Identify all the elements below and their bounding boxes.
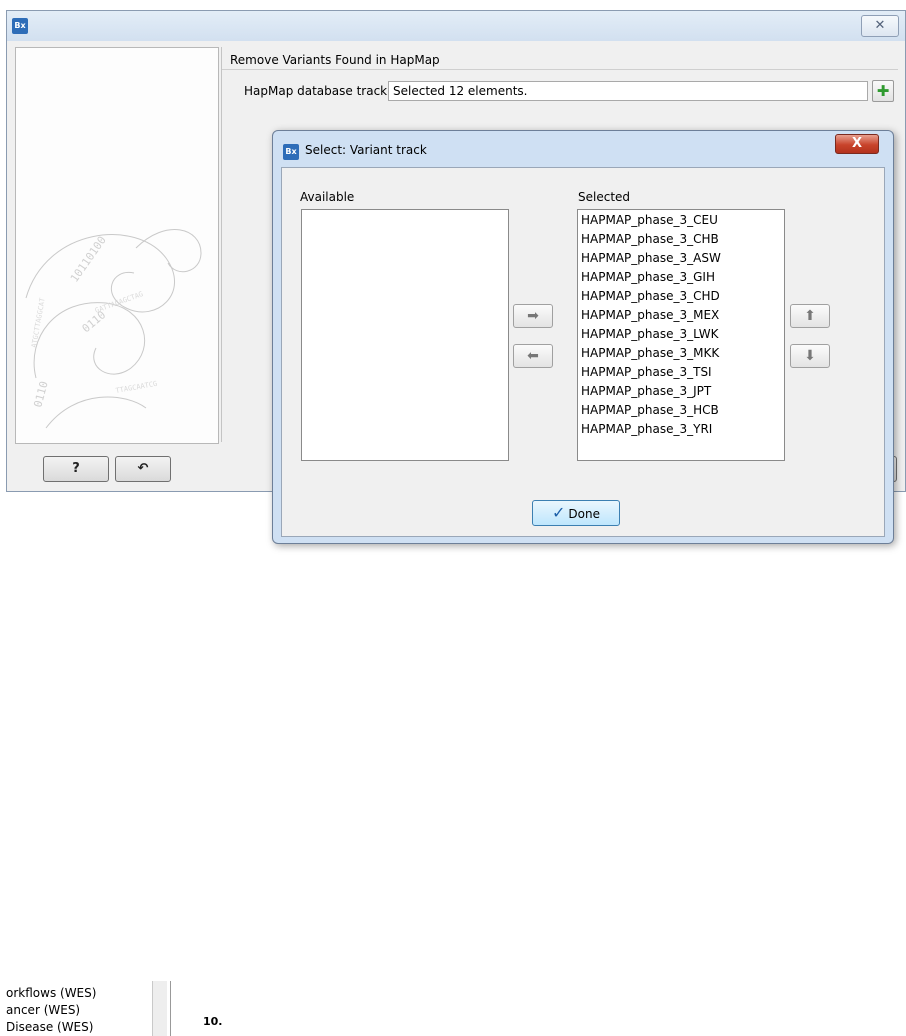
dialog-body: Available Selected HAPMAP_phase_3_CEU HA… <box>281 167 885 537</box>
list-item[interactable]: Disease (WES) <box>6 1019 156 1036</box>
list-item[interactable]: HAPMAP_phase_3_MEX <box>578 306 784 325</box>
dialog-close-button[interactable]: X <box>835 134 879 154</box>
close-button[interactable]: ✕ <box>861 15 899 37</box>
help-button[interactable]: ? <box>43 456 109 482</box>
app-logo-icon: Bx <box>12 18 28 34</box>
hapmap-track-label: HapMap database track <box>244 84 388 98</box>
canvas-step-number: 10. <box>203 1015 223 1028</box>
workflow-list: orkflows (WES) ancer (WES) Disease (WES) <box>6 985 156 1036</box>
selected-label: Selected <box>578 190 631 204</box>
wizard-side-panel: 10110100 0110 0110 ATGCTTAGGCAT GATTACAG… <box>15 47 219 444</box>
done-label: Done <box>568 507 600 521</box>
checkmark-icon: ✓ <box>552 503 566 522</box>
list-item[interactable]: ancer (WES) <box>6 1002 156 1019</box>
available-label: Available <box>300 190 355 204</box>
svg-text:10110100: 10110100 <box>68 234 109 285</box>
dialog-title: Select: Variant track <box>305 143 427 157</box>
move-up-button[interactable]: ⬆ <box>790 304 830 328</box>
close-icon: X <box>851 136 863 151</box>
done-button[interactable]: ✓ Done <box>532 500 620 526</box>
list-item[interactable]: HAPMAP_phase_3_TSI <box>578 363 784 382</box>
select-variant-track-dialog: Bx Select: Variant track X Available Sel… <box>272 130 894 544</box>
list-item[interactable]: HAPMAP_phase_3_ASW <box>578 249 784 268</box>
hapmap-track-field[interactable]: Selected 12 elements. <box>388 81 868 101</box>
move-down-button[interactable]: ⬇ <box>790 344 830 368</box>
list-item[interactable]: orkflows (WES) <box>6 985 156 1002</box>
dialog-titlebar: Bx Select: Variant track X <box>273 131 893 165</box>
browse-track-button[interactable]: ✚ <box>872 80 894 102</box>
arrow-up-icon: ⬆ <box>804 308 816 324</box>
workflow-canvas: 10. <box>170 981 261 1036</box>
list-item[interactable]: HAPMAP_phase_3_CHB <box>578 230 784 249</box>
list-item[interactable]: HAPMAP_phase_3_MKK <box>578 344 784 363</box>
svg-text:ATGCTTAGGCAT: ATGCTTAGGCAT <box>30 296 47 348</box>
workflow-list-scrollbar[interactable] <box>152 981 167 1036</box>
list-item[interactable]: HAPMAP_phase_3_JPT <box>578 382 784 401</box>
list-item[interactable]: HAPMAP_phase_3_LWK <box>578 325 784 344</box>
list-item[interactable]: HAPMAP_phase_3_GIH <box>578 268 784 287</box>
wizard-titlebar: Bx ✕ <box>7 11 905 41</box>
section-title: Remove Variants Found in HapMap <box>230 53 440 67</box>
list-item[interactable]: HAPMAP_phase_3_CEU <box>578 211 784 230</box>
arrow-right-icon: ➡ <box>527 308 539 324</box>
list-item[interactable]: HAPMAP_phase_3_YRI <box>578 420 784 439</box>
list-item[interactable]: HAPMAP_phase_3_CHD <box>578 287 784 306</box>
reset-button[interactable]: ↶ <box>115 456 171 482</box>
arrow-left-icon: ⬅ <box>527 348 539 364</box>
plus-icon: ✚ <box>876 82 890 100</box>
available-list[interactable] <box>301 209 509 461</box>
close-icon: ✕ <box>874 18 886 33</box>
app-logo-icon: Bx <box>283 144 299 160</box>
reset-icon: ↶ <box>137 461 149 476</box>
selected-list[interactable]: HAPMAP_phase_3_CEU HAPMAP_phase_3_CHB HA… <box>577 209 785 461</box>
add-to-selected-button[interactable]: ➡ <box>513 304 553 328</box>
list-item[interactable]: HAPMAP_phase_3_HCB <box>578 401 784 420</box>
svg-text:0110: 0110 <box>80 308 109 335</box>
svg-text:0110: 0110 <box>31 380 50 409</box>
remove-from-selected-button[interactable]: ⬅ <box>513 344 553 368</box>
arrow-down-icon: ⬇ <box>804 348 816 364</box>
svg-text:TTAGCAATCG: TTAGCAATCG <box>115 380 158 395</box>
section-divider <box>222 69 898 70</box>
decorative-swirl-graphic: 10110100 0110 0110 ATGCTTAGGCAT GATTACAG… <box>25 229 202 429</box>
